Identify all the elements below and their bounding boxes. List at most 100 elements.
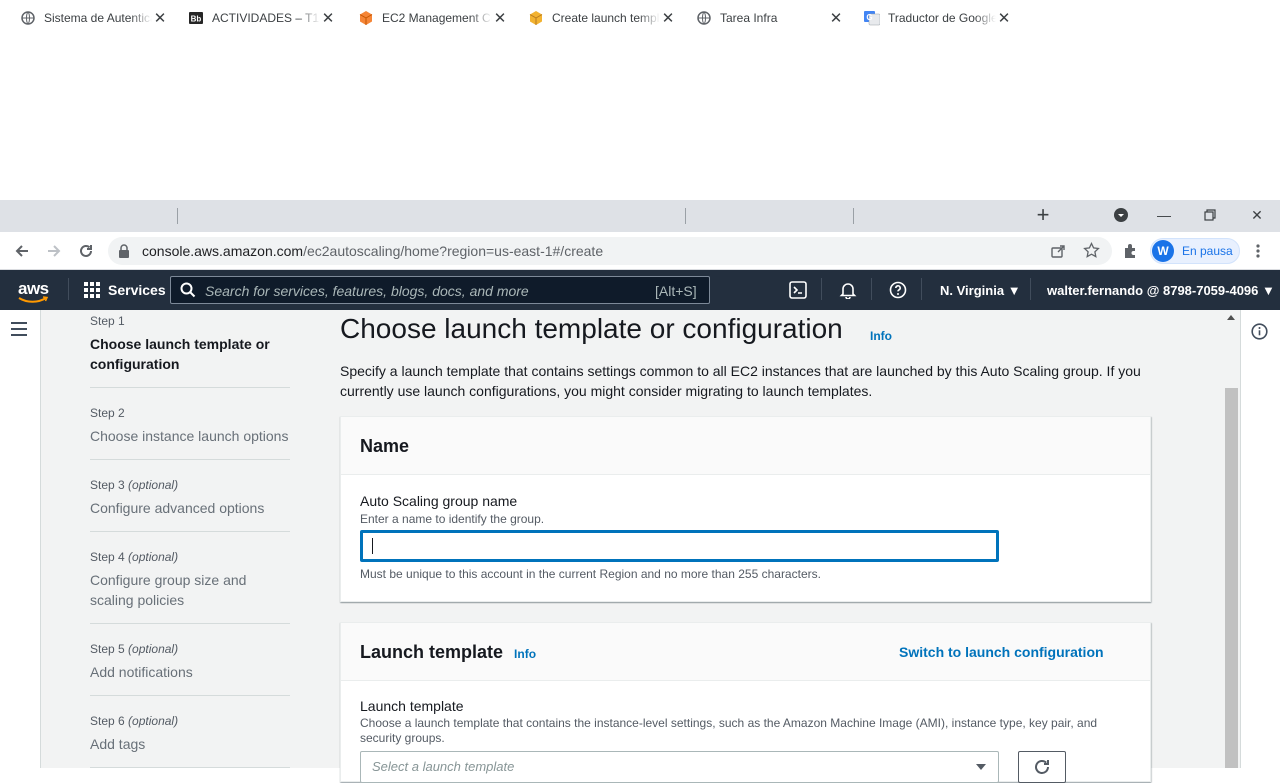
launch-template-select[interactable]: Select a launch template — [360, 751, 999, 783]
browser-menu-icon[interactable] — [1255, 243, 1261, 264]
step-divider — [90, 459, 290, 460]
reload-icon[interactable] — [75, 240, 97, 262]
step-label: Choose instance launch options — [90, 428, 289, 444]
tab-separator — [685, 208, 686, 224]
header-divider — [68, 278, 69, 300]
step-divider — [90, 695, 290, 696]
svg-text:Bb: Bb — [191, 15, 202, 24]
lock-icon[interactable] — [118, 244, 130, 263]
tab-search-icon[interactable] — [1101, 202, 1141, 228]
auto-scaling-group-name-input[interactable] — [360, 530, 999, 562]
bookmark-star-icon[interactable] — [1083, 241, 1100, 264]
hamburger-menu-icon[interactable] — [11, 322, 29, 338]
card-title: Launch template Info — [360, 642, 537, 662]
google-translate-icon: G — [864, 10, 880, 26]
info-link[interactable]: Info — [870, 329, 892, 343]
step-divider — [90, 623, 290, 624]
account-label: walter.fernando @ 8798-7059-4096 — [1047, 283, 1259, 298]
tab-title: Tarea Infra — [720, 11, 778, 25]
field-description: Enter a name to identify the group. — [360, 512, 545, 526]
search-icon — [180, 282, 196, 298]
search-shortcut: [Alt+S] — [655, 283, 697, 299]
step-number: Step 5 (optional) — [90, 642, 179, 656]
aws-smile-icon — [18, 296, 48, 303]
info-link[interactable]: Info — [514, 647, 536, 661]
help-icon[interactable] — [888, 280, 908, 300]
grid-icon — [84, 282, 100, 298]
close-tab-icon[interactable]: ✕ — [152, 10, 168, 27]
field-description: Choose a launch template that contains t… — [360, 716, 1098, 745]
close-tab-icon[interactable]: ✕ — [828, 10, 844, 27]
card-header: Name — [341, 417, 1150, 475]
tab-actividades[interactable]: Bb ACTIVIDADES – T13 ✕ — [168, 4, 344, 32]
globe-icon — [20, 10, 36, 26]
extensions-icon[interactable] — [1122, 242, 1139, 264]
header-divider — [1030, 278, 1031, 300]
info-panel-icon[interactable] — [1251, 323, 1268, 340]
tab-create-launch-template[interactable]: Create launch template ✕ — [508, 4, 684, 32]
svg-text:G: G — [866, 13, 872, 22]
field-label: Launch template — [360, 698, 464, 714]
globe-icon — [696, 10, 712, 26]
notifications-bell-icon[interactable] — [838, 280, 858, 300]
profile-status: En pausa — [1182, 244, 1233, 258]
page-title: Choose launch template or configuration — [340, 313, 843, 344]
wizard-step-1[interactable]: Step 1 Choose launch template or configu… — [90, 314, 290, 374]
caret-down-icon: ▼ — [1262, 283, 1275, 298]
tab-separator — [853, 208, 854, 224]
header-divider — [921, 278, 922, 300]
launch-template-card: Launch template Info Switch to launch co… — [340, 622, 1151, 783]
cloudshell-icon[interactable] — [788, 280, 808, 300]
wizard-step-6[interactable]: Step 6 (optional) Add tags — [90, 714, 290, 754]
aws-cube-icon — [358, 10, 374, 26]
close-tab-icon[interactable]: ✕ — [492, 10, 508, 27]
aws-cube-icon — [528, 10, 544, 26]
services-label: Services — [108, 282, 166, 298]
step-number: Step 6 (optional) — [90, 714, 179, 728]
services-menu-button[interactable]: Services — [84, 280, 166, 300]
right-tools-rail — [1240, 310, 1280, 768]
step-label: Configure advanced options — [90, 500, 265, 516]
close-tab-icon[interactable]: ✕ — [996, 10, 1012, 27]
share-icon[interactable] — [1050, 243, 1066, 264]
wizard-step-2[interactable]: Step 2 Choose instance launch options — [90, 406, 290, 446]
wizard-step-4[interactable]: Step 4 (optional) Configure group size a… — [90, 550, 290, 610]
tab-ec2-management[interactable]: EC2 Management Console ✕ — [346, 4, 516, 32]
caret-down-icon: ▼ — [1007, 283, 1021, 298]
page-description: Specify a launch template that contains … — [340, 363, 1141, 399]
refresh-button[interactable] — [1018, 751, 1066, 783]
step-divider — [90, 531, 290, 532]
new-tab-icon[interactable]: + — [1032, 204, 1054, 227]
scrollbar-thumb[interactable] — [1225, 388, 1238, 768]
restore-icon[interactable] — [1190, 202, 1230, 228]
card-header: Launch template Info Switch to launch co… — [341, 623, 1150, 681]
field-label: Auto Scaling group name — [360, 493, 518, 509]
step-label: Choose launch template or configuration — [90, 336, 270, 372]
tab-traductor-google[interactable]: G Traductor de Google ✕ — [844, 4, 1020, 32]
switch-to-launch-configuration-link[interactable]: Switch to launch configuration — [899, 644, 1104, 660]
close-window-icon[interactable]: ✕ — [1237, 202, 1277, 228]
close-tab-icon[interactable]: ✕ — [320, 10, 336, 27]
step-number: Step 4 (optional) — [90, 550, 179, 564]
forward-icon[interactable] — [43, 240, 65, 262]
url-text: console.aws.amazon.com/ec2autoscaling/ho… — [142, 243, 603, 259]
tab-title: EC2 Management Console — [382, 11, 492, 25]
back-icon[interactable] — [11, 240, 33, 262]
tab-sistema-autenticacion[interactable]: Sistema de Autenticación ✕ — [0, 4, 176, 32]
region-selector[interactable]: N. Virginia ▼ — [940, 283, 1021, 298]
caret-down-icon — [976, 764, 986, 770]
text-caret — [372, 538, 373, 554]
tab-title: ACTIVIDADES – T13 — [212, 11, 320, 25]
name-card: Name Auto Scaling group name Enter a nam… — [340, 416, 1151, 602]
scroll-up-arrow-icon[interactable] — [1227, 315, 1235, 320]
header-divider — [871, 278, 872, 300]
tab-tarea-infra[interactable]: Tarea Infra ✕ — [676, 4, 852, 32]
close-tab-icon[interactable]: ✕ — [660, 10, 676, 27]
blackboard-icon: Bb — [188, 10, 204, 26]
field-constraint: Must be unique to this account in the cu… — [360, 567, 821, 581]
account-menu[interactable]: walter.fernando @ 8798-7059-4096 ▼ — [1047, 283, 1275, 298]
wizard-step-5[interactable]: Step 5 (optional) Add notifications — [90, 642, 290, 682]
step-number: Step 2 — [90, 406, 125, 420]
minimize-icon[interactable]: — — [1144, 202, 1184, 228]
wizard-step-3[interactable]: Step 3 (optional) Configure advanced opt… — [90, 478, 290, 518]
